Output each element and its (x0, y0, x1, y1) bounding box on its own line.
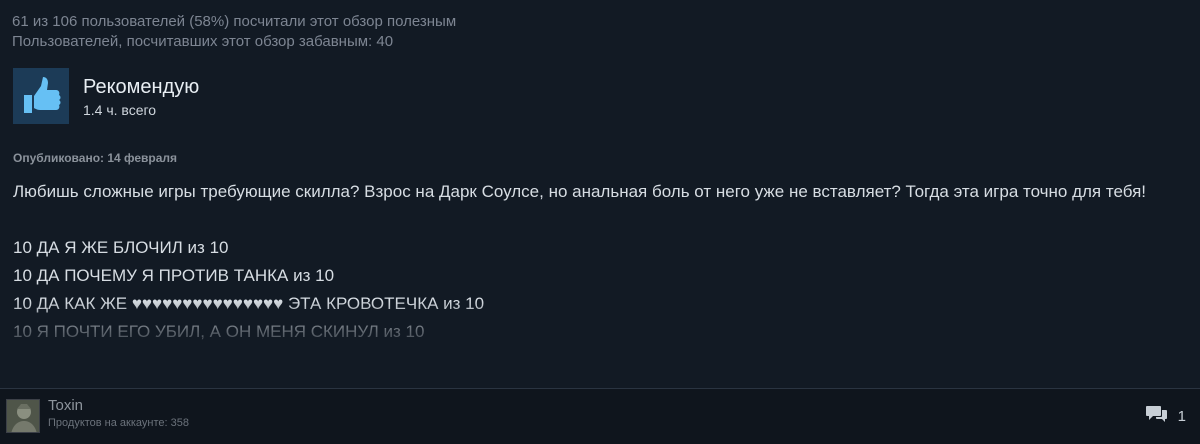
helpful-count-text: 61 из 106 пользователей (58%) посчитали … (12, 13, 457, 30)
review-card: 61 из 106 пользователей (58%) посчитали … (0, 0, 1200, 444)
funny-count-text: Пользователей, посчитавших этот обзор за… (12, 33, 394, 50)
comment-bubbles-icon (1145, 404, 1168, 429)
comments-button[interactable]: 1 (1145, 404, 1186, 429)
avatar[interactable] (6, 399, 40, 433)
review-line: 10 ДА ПОЧЕМУ Я ПРОТИВ ТАНКА из 10 (13, 266, 335, 285)
thumbs-up-icon (13, 68, 69, 124)
review-paragraph: Любишь сложные игры требующие скилла? Вз… (13, 182, 1147, 201)
vote-header[interactable]: Рекомендую 1.4 ч. всего (13, 68, 199, 124)
recommendation-title: Рекомендую (83, 75, 200, 98)
author-name[interactable]: Toxin (48, 397, 189, 415)
helpful-stats: 61 из 106 пользователей (58%) посчитали … (12, 12, 456, 52)
review-body: Любишь сложные игры требующие скилла? Вз… (13, 178, 1188, 364)
posted-date: Опубликовано: 14 февраля (13, 151, 178, 165)
review-line: 10 ДА Я ЖЕ БЛОЧИЛ из 10 (13, 238, 229, 257)
hours-played: 1.4 ч. всего (83, 101, 157, 118)
review-line: 10 ДА КАК ЖЕ ♥♥♥♥♥♥♥♥♥♥♥♥♥♥♥ ЭТА КРОВОТЕ… (13, 294, 485, 313)
author-products: Продуктов на аккаунте: 358 (48, 417, 189, 429)
review-footer: Toxin Продуктов на аккаунте: 358 1 (0, 389, 1200, 444)
review-line: 10 Я ПОЧТИ ЕГО УБИЛ, А ОН МЕНЯ СКИНУЛ из… (13, 322, 425, 341)
comments-count: 1 (1177, 408, 1186, 425)
